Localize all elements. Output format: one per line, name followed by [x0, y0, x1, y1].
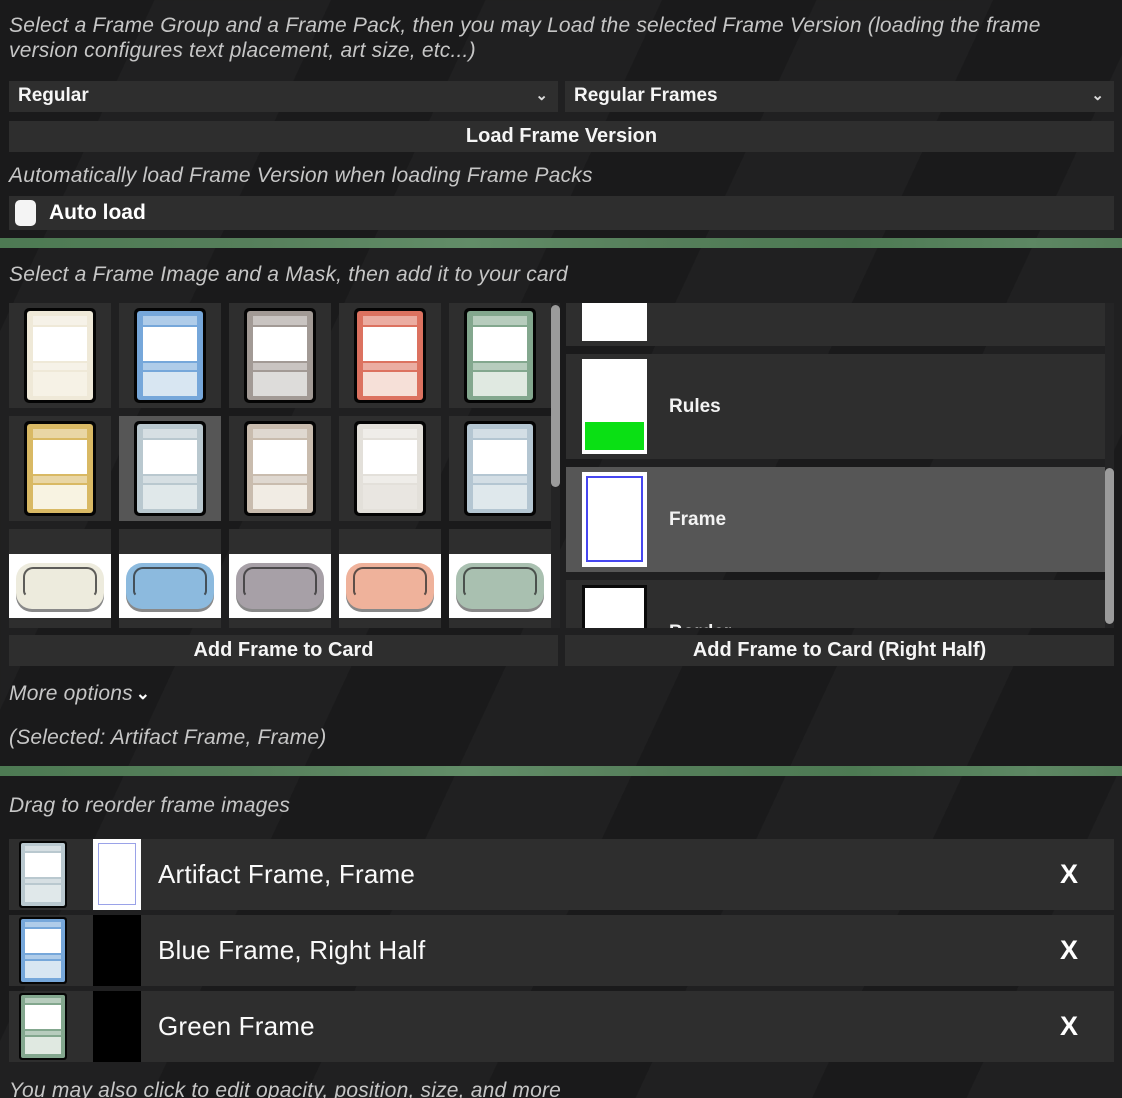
card-frame-icon [24, 421, 96, 516]
reorder-item-label: Green Frame [158, 1011, 315, 1042]
mask-row-frame[interactable]: Frame [566, 467, 1114, 572]
frame-and-mask-picker: Rules Frame Border [0, 303, 1122, 628]
reorder-row-blue-frame[interactable]: Blue Frame, Right Half X [9, 915, 1114, 986]
card-frame-icon [354, 308, 426, 403]
pt-plate-thumb-blue[interactable] [119, 529, 221, 628]
add-frame-to-card-button[interactable]: Add Frame to Card [9, 635, 558, 666]
add-frame-right-half-button[interactable]: Add Frame to Card (Right Half) [565, 635, 1114, 666]
card-frame-icon [24, 308, 96, 403]
frame-thumb-gold[interactable] [9, 416, 111, 521]
frame-group-value: Regular [18, 85, 89, 107]
selected-frame-caption: (Selected: Artifact Frame, Frame) [0, 726, 1122, 751]
mask-list: Rules Frame Border [566, 303, 1114, 628]
frame-thumb-artifact[interactable] [119, 416, 221, 521]
scrollbar-thumb[interactable] [1105, 468, 1114, 624]
pt-plate-thumb-green[interactable] [449, 529, 551, 628]
card-frame-icon [244, 421, 316, 516]
mask-thumb-icon [582, 585, 647, 628]
mask-thumb-icon [582, 472, 647, 567]
reorder-row-green-frame[interactable]: Green Frame X [9, 991, 1114, 1062]
load-frame-version-button[interactable]: Load Frame Version [9, 121, 1114, 152]
frame-grid [9, 303, 550, 628]
frame-thumb-icon [19, 841, 67, 908]
card-frame-icon [464, 421, 536, 516]
pt-plate-icon [9, 554, 111, 618]
reorder-item-label: Blue Frame, Right Half [158, 935, 425, 966]
pt-plate-icon [339, 554, 441, 618]
frame-thumb-colorless[interactable] [339, 416, 441, 521]
auto-load-note: Automatically load Frame Version when lo… [0, 164, 1122, 189]
frame-thumb-gray[interactable] [229, 303, 331, 408]
mask-row-border[interactable]: Border [566, 580, 1114, 628]
remove-frame-button[interactable]: X [1060, 935, 1078, 966]
frame-group-select[interactable]: Regular ⌄ [9, 81, 558, 112]
chevron-down-icon: ⌄ [136, 689, 150, 699]
frame-thumb-white[interactable] [9, 303, 111, 408]
frame-version-instructions: Select a Frame Group and a Frame Pack, t… [0, 0, 1060, 64]
mask-label: Frame [669, 509, 726, 531]
mask-row-rules[interactable]: Rules [566, 354, 1114, 459]
remove-frame-button[interactable]: X [1060, 859, 1078, 890]
card-frame-icon [244, 308, 316, 403]
mask-thumb-icon [93, 839, 141, 910]
reorder-row-artifact-frame[interactable]: Artifact Frame, Frame X [9, 839, 1114, 910]
frame-thumb-beige[interactable] [229, 416, 331, 521]
reorder-instructions: Drag to reorder frame images [0, 794, 1122, 819]
mask-thumb-icon [582, 359, 647, 454]
more-options-label: More options [9, 682, 133, 707]
frame-list-scrollbar[interactable] [551, 303, 560, 628]
card-frame-icon [134, 308, 206, 403]
frame-image-list [9, 303, 560, 628]
frame-pack-value: Regular Frames [574, 85, 718, 107]
card-frame-icon [354, 421, 426, 516]
chevron-down-icon: ⌄ [535, 91, 548, 101]
section-divider [0, 238, 1122, 248]
frame-thumb-multicolor[interactable] [449, 416, 551, 521]
pt-plate-icon [229, 554, 331, 618]
frame-thumb-red[interactable] [339, 303, 441, 408]
mask-thumb-icon [93, 991, 141, 1062]
mask-label: Border [669, 622, 731, 629]
add-frame-buttons: Add Frame to Card Add Frame to Card (Rig… [0, 635, 1122, 666]
auto-load-label: Auto load [49, 201, 146, 225]
auto-load-checkbox[interactable] [15, 200, 36, 226]
pt-plate-thumb-gray[interactable] [229, 529, 331, 628]
mask-label: Rules [669, 396, 721, 418]
mask-thumb-icon [582, 303, 647, 341]
remove-frame-button[interactable]: X [1060, 1011, 1078, 1042]
mask-row-art[interactable] [566, 303, 1114, 346]
edit-hint-note: You may also click to edit opacity, posi… [0, 1079, 1122, 1098]
more-options-toggle[interactable]: More options ⌄ [0, 682, 1122, 707]
pt-plate-thumb-white[interactable] [9, 529, 111, 628]
mask-thumb-icon [93, 915, 141, 986]
pt-plate-icon [119, 554, 221, 618]
auto-load-row[interactable]: Auto load [9, 196, 1114, 230]
frame-thumb-blue[interactable] [119, 303, 221, 408]
chevron-down-icon: ⌄ [1091, 91, 1104, 101]
frame-thumb-icon [19, 917, 67, 984]
frame-selects-row: Regular ⌄ Regular Frames ⌄ [0, 81, 1122, 112]
reorder-item-label: Artifact Frame, Frame [158, 859, 415, 890]
mask-list-scrollbar[interactable] [1105, 303, 1114, 628]
frame-pack-select[interactable]: Regular Frames ⌄ [565, 81, 1114, 112]
scrollbar-thumb[interactable] [551, 305, 560, 487]
frame-image-instructions: Select a Frame Image and a Mask, then ad… [0, 263, 1122, 288]
frame-thumb-green[interactable] [449, 303, 551, 408]
pt-plate-icon [449, 554, 551, 618]
frame-thumb-icon [19, 993, 67, 1060]
section-divider [0, 766, 1122, 776]
card-frame-icon [464, 308, 536, 403]
card-frame-icon [134, 421, 206, 516]
pt-plate-thumb-red[interactable] [339, 529, 441, 628]
